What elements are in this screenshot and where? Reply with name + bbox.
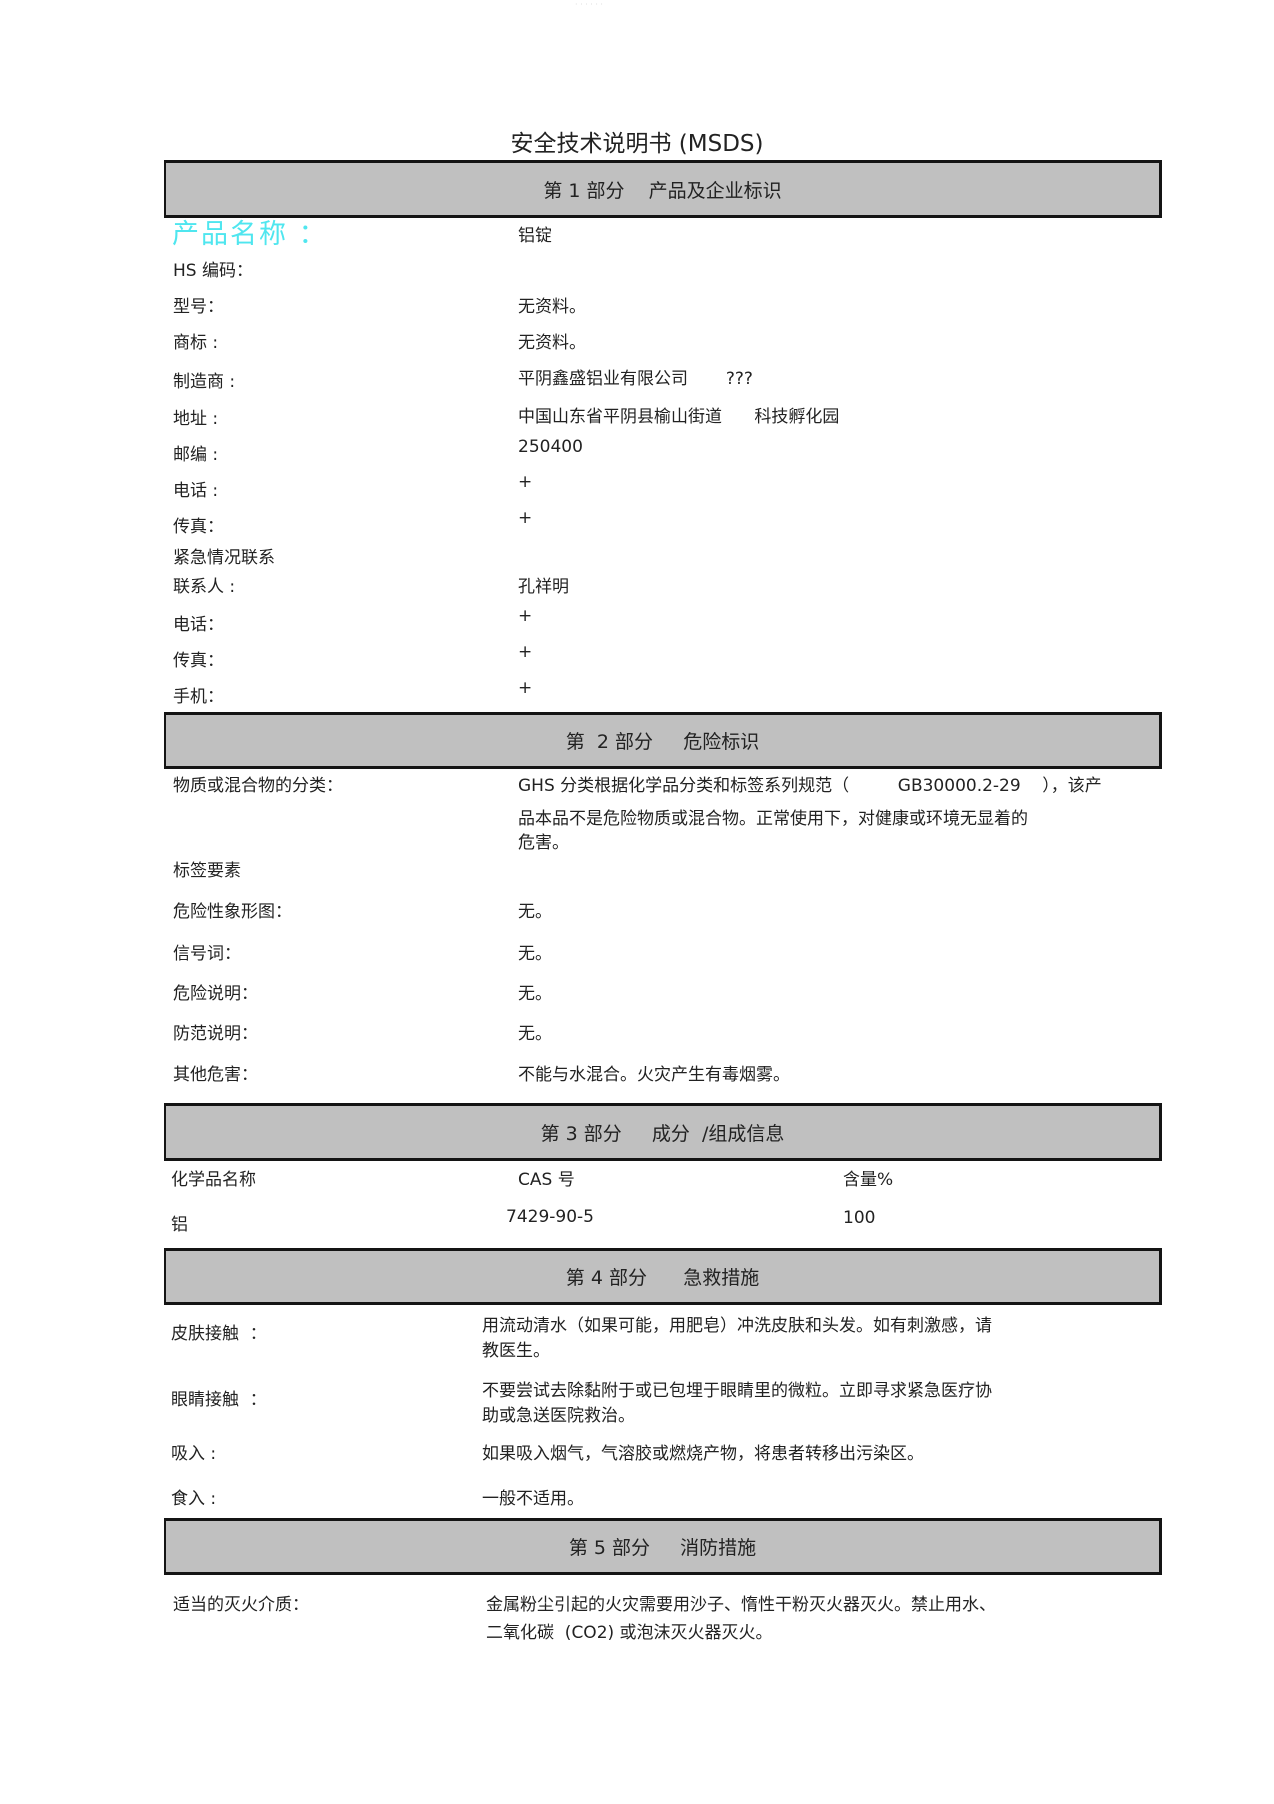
- section-1-header: 第 1 部分 产品及企业标识: [164, 160, 1162, 218]
- composition-row-content: 100: [843, 1208, 876, 1228]
- emergency-phone-label: 电话：: [173, 615, 224, 635]
- ingestion-value: 一般不适用。: [482, 1489, 584, 1509]
- col-content-percent: 含量%: [843, 1170, 894, 1190]
- precaution-statement-value: 无。: [518, 1024, 552, 1044]
- address-value: 中国山东省平阴县榆山街道 科技孵化园: [518, 407, 840, 427]
- skin-contact-line-1: 用流动清水（如果可能，用肥皂）冲洗皮肤和头发。如有刺激感，请: [482, 1316, 992, 1336]
- skin-contact-label: 皮肤接触 ：: [171, 1324, 267, 1344]
- precaution-statement-label: 防范说明：: [173, 1024, 258, 1044]
- extinguishing-media-line-1: 金属粉尘引起的火灾需要用沙子、惰性干粉灭火器灭火。禁止用水、: [486, 1595, 996, 1615]
- mobile-value: +: [518, 678, 533, 698]
- trademark-value: 无资料。: [518, 333, 586, 353]
- section-4-header: 第 4 部分 急救措施: [164, 1248, 1162, 1305]
- model-label: 型号：: [173, 297, 224, 317]
- phone-label: 电话 :: [173, 481, 219, 501]
- eye-contact-label: 眼睛接触 ：: [171, 1390, 267, 1410]
- section-3-heading: 第 3 部分 成分 /组成信息: [540, 1122, 785, 1145]
- label-elements-heading: 标签要素: [173, 861, 241, 881]
- classification-line-1: GHS 分类根据化学品分类和标签系列规范（ GB30000.2-29 ），该产: [518, 776, 1102, 796]
- inhalation-value: 如果吸入烟气，气溶胶或燃烧产物，将患者转移出污染区。: [482, 1444, 924, 1464]
- model-value: 无资料。: [518, 297, 586, 317]
- section-1-heading: 第 1 部分 产品及企业标识: [543, 179, 782, 202]
- section-5-heading: 第 5 部分 消防措施: [568, 1537, 757, 1559]
- other-hazards-value: 不能与水混合。火灾产生有毒烟雾。: [518, 1065, 790, 1085]
- signal-word-label: 信号词：: [173, 944, 241, 964]
- manufacturer-label: 制造商 :: [173, 372, 236, 392]
- postcode-value: 250400: [518, 437, 583, 457]
- pictogram-value: 无。: [518, 902, 552, 922]
- ingestion-label: 食入 :: [171, 1489, 217, 1509]
- skin-contact-line-2: 教医生。: [482, 1341, 550, 1361]
- manufacturer-value: 平阴鑫盛铝业有限公司 ???: [518, 369, 753, 389]
- emergency-fax-label: 传真：: [173, 651, 224, 671]
- contact-person-label: 联系人 :: [173, 577, 236, 597]
- section-2-header: 第 2 部分 危险标识: [164, 712, 1162, 769]
- extinguishing-media-label: 适当的灭火介质：: [173, 1595, 309, 1615]
- product-name-value: 铝锭: [518, 226, 552, 246]
- hs-code-label: HS 编码：: [173, 261, 253, 281]
- emergency-fax-value: +: [518, 642, 533, 662]
- section-3-header: 第 3 部分 成分 /组成信息: [164, 1103, 1162, 1161]
- pictogram-label: 危险性象形图：: [173, 902, 292, 922]
- composition-row-name: 铝: [171, 1215, 188, 1235]
- eye-contact-line-2: 助或急送医院救治。: [482, 1406, 635, 1426]
- col-cas-number: CAS 号: [518, 1170, 575, 1190]
- classification-line-2: 品本品不是危险物质或混合物。正常使用下，对健康或环境无显着的: [518, 809, 1028, 829]
- classification-line-3: 危害。: [518, 833, 569, 853]
- composition-row-cas: 7429-90-5: [506, 1207, 594, 1227]
- eye-contact-line-1: 不要尝试去除黏附于或已包埋于眼睛里的微粒。立即寻求紧急医疗协: [482, 1381, 992, 1401]
- trademark-label: 商标 :: [173, 333, 219, 353]
- section-4-heading: 第 4 部分 急救措施: [565, 1267, 760, 1289]
- emergency-contact-heading: 紧急情况联系: [173, 548, 275, 568]
- postcode-label: 邮编 :: [173, 445, 219, 465]
- product-name-label: 产品名称 ：: [172, 219, 328, 250]
- classification-label: 物质或混合物的分类：: [173, 776, 343, 796]
- phone-value: +: [518, 472, 533, 492]
- extinguishing-media-line-2: 二氧化碳 (CO2) 或泡沫灭火器灭火。: [486, 1623, 773, 1643]
- contact-person-value: 孔祥明: [518, 577, 569, 597]
- other-hazards-label: 其他危害：: [173, 1065, 258, 1085]
- emergency-phone-value: +: [518, 606, 533, 626]
- document-title: 安全技术说明书 (MSDS): [510, 131, 764, 157]
- header-scan-marks: · · · · · ·: [575, 0, 603, 9]
- address-label: 地址 :: [173, 409, 219, 429]
- fax-label: 传真：: [173, 517, 224, 537]
- fax-value: +: [518, 508, 533, 528]
- col-chemical-name: 化学品名称: [171, 1170, 256, 1190]
- hazard-statement-label: 危险说明：: [173, 984, 258, 1004]
- inhalation-label: 吸入 :: [171, 1444, 217, 1464]
- section-2-heading: 第 2 部分 危险标识: [565, 731, 760, 753]
- signal-word-value: 无。: [518, 944, 552, 964]
- section-5-header: 第 5 部分 消防措施: [164, 1518, 1162, 1575]
- mobile-label: 手机：: [173, 687, 224, 707]
- hazard-statement-value: 无。: [518, 984, 552, 1004]
